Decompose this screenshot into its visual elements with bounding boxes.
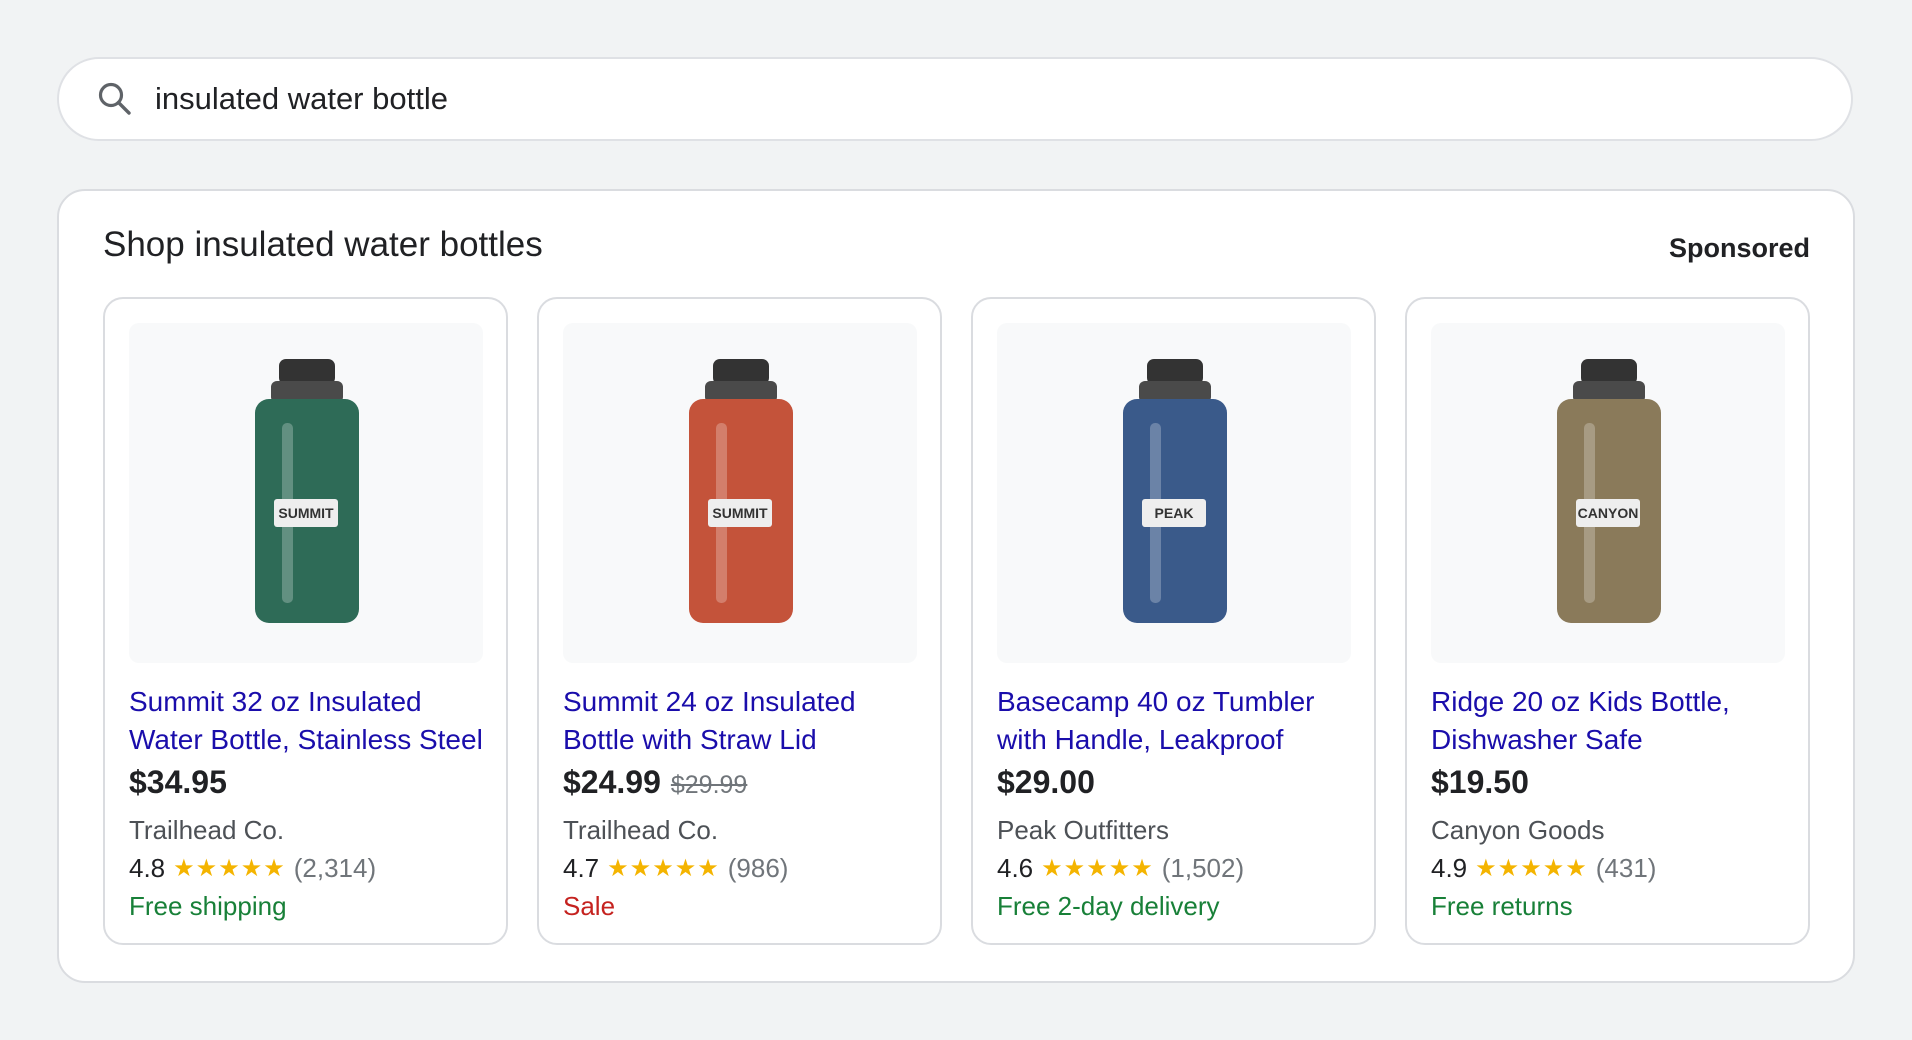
bottle-image: SUMMIT	[255, 359, 359, 623]
search-bar[interactable]	[57, 57, 1853, 141]
bottle-image: CANYON	[1557, 359, 1661, 623]
shopping-ads-panel: Shop insulated water bottles Sponsored S…	[57, 189, 1855, 983]
rating-value: 4.6	[997, 853, 1034, 883]
product-image[interactable]: CANYON	[1431, 323, 1785, 663]
review-count: (2,314)	[293, 853, 377, 883]
product-perk: Free returns	[1431, 891, 1573, 921]
rating-row: 4.7 ★★★★★ (986)	[563, 853, 788, 884]
product-price: $34.95	[129, 764, 227, 800]
product-perk: Free 2-day delivery	[997, 891, 1220, 921]
star-rating-icon: ★★★★★	[173, 855, 286, 882]
product-card[interactable]: SUMMIT Summit 32 oz Insulated Water Bott…	[103, 297, 508, 945]
original-price: $29.99	[670, 771, 748, 799]
rating-value: 4.9	[1431, 853, 1468, 883]
product-title-link[interactable]: Summit 32 oz Insulated Water Bottle, Sta…	[129, 683, 494, 759]
price-row: $19.50	[1431, 764, 1529, 801]
product-perk: Sale	[563, 891, 616, 921]
star-rating-icon: ★★★★★	[1475, 855, 1588, 882]
product-price: $24.99	[563, 764, 661, 800]
review-count: (1,502)	[1161, 853, 1245, 883]
panel-title: Shop insulated water bottles	[103, 225, 543, 264]
merchant-name: Trailhead Co.	[129, 815, 285, 845]
merchant-name: Canyon Goods	[1431, 815, 1605, 845]
merchant-name: Trailhead Co.	[563, 815, 719, 845]
product-image[interactable]: SUMMIT	[563, 323, 917, 663]
search-input[interactable]	[155, 81, 1851, 117]
sponsored-label: Sponsored	[1668, 233, 1810, 263]
product-card[interactable]: SUMMIT Summit 24 oz Insulated Bottle wit…	[537, 297, 942, 945]
product-price: $19.50	[1431, 764, 1529, 800]
svg-text:PEAK: PEAK	[1155, 505, 1194, 521]
svg-text:SUMMIT: SUMMIT	[712, 505, 768, 521]
price-row: $34.95	[129, 764, 227, 801]
review-count: (986)	[727, 853, 789, 883]
rating-row: 4.8 ★★★★★ (2,314)	[129, 853, 376, 884]
price-row: $24.99 $29.99	[563, 764, 747, 801]
rating-row: 4.6 ★★★★★ (1,502)	[997, 853, 1244, 884]
star-rating-icon: ★★★★★	[1041, 855, 1154, 882]
rating-value: 4.8	[129, 853, 166, 883]
product-card[interactable]: PEAK Basecamp 40 oz Tumbler with Handle,…	[971, 297, 1376, 945]
product-price: $29.00	[997, 764, 1095, 800]
svg-text:CANYON: CANYON	[1578, 505, 1639, 521]
product-title-link[interactable]: Ridge 20 oz Kids Bottle, Dishwasher Safe	[1431, 683, 1796, 759]
bottle-image: PEAK	[1123, 359, 1227, 623]
merchant-name: Peak Outfitters	[997, 815, 1169, 845]
rating-value: 4.7	[563, 853, 600, 883]
bottle-image: SUMMIT	[689, 359, 793, 623]
product-perk: Free shipping	[129, 891, 287, 921]
rating-row: 4.9 ★★★★★ (431)	[1431, 853, 1656, 884]
product-title-link[interactable]: Summit 24 oz Insulated Bottle with Straw…	[563, 683, 928, 759]
review-count: (431)	[1595, 853, 1657, 883]
price-row: $29.00	[997, 764, 1095, 801]
product-image[interactable]: PEAK	[997, 323, 1351, 663]
product-card[interactable]: CANYON Ridge 20 oz Kids Bottle, Dishwash…	[1405, 297, 1810, 945]
product-title-link[interactable]: Basecamp 40 oz Tumbler with Handle, Leak…	[997, 683, 1362, 759]
product-image[interactable]: SUMMIT	[129, 323, 483, 663]
product-cards: SUMMIT Summit 32 oz Insulated Water Bott…	[103, 297, 1810, 945]
star-rating-icon: ★★★★★	[607, 855, 720, 882]
svg-text:SUMMIT: SUMMIT	[278, 505, 334, 521]
search-icon[interactable]	[95, 79, 135, 119]
